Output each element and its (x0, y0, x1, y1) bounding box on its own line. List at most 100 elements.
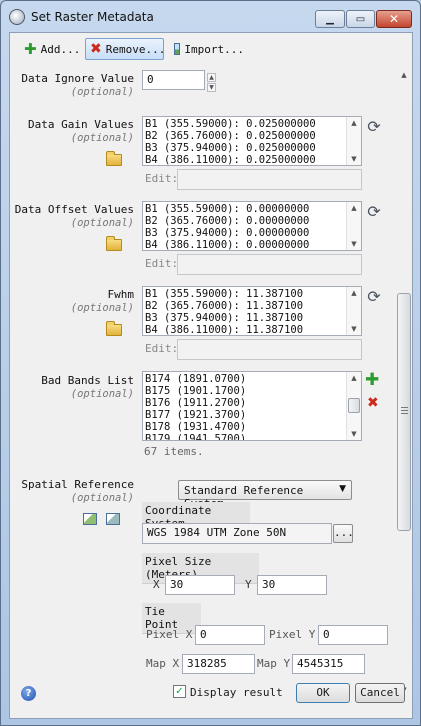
fwhm-label: Fwhm (107, 288, 135, 301)
tie-map-y-input[interactable]: 4545315 (292, 654, 365, 674)
list-item[interactable]: B2 (365.76000): 0.00000000 (145, 215, 309, 227)
cancel-button[interactable]: Cancel (355, 683, 405, 703)
list-item[interactable]: B179 (1941.5700) (145, 433, 246, 440)
add-button-label: Add... (40, 42, 81, 56)
minimize-button[interactable]: ▁ (315, 10, 345, 28)
list-item[interactable]: B1 (355.59000): 0.025000000 (145, 118, 316, 130)
fwhm-edit-label: Edit: (145, 342, 179, 355)
scroll-down-icon[interactable]: ▼ (347, 325, 361, 333)
list-item[interactable]: B175 (1901.1700) (145, 385, 246, 397)
tie-pixel-y-label: Pixel Y (269, 628, 316, 641)
help-icon[interactable]: ? (21, 686, 36, 701)
spatial-optional: (optional) (70, 492, 134, 504)
offset-list[interactable]: B1 (355.59000): 0.00000000 B2 (365.76000… (142, 201, 362, 251)
fwhm-edit-field[interactable] (177, 339, 362, 360)
bad-bands-count: 67 items. (144, 445, 204, 458)
list-scroll-thumb[interactable] (348, 398, 360, 413)
refresh-icon[interactable]: ⟳ (365, 288, 383, 306)
pixel-size-x-input[interactable]: 30 (165, 575, 235, 595)
scroll-up-icon[interactable]: ▲ (347, 119, 361, 127)
coordinate-system-field[interactable]: WGS 1984 UTM Zone 50N (142, 523, 332, 544)
scroll-down-icon[interactable]: ▼ (347, 430, 361, 438)
list-item[interactable]: B4 (386.11000): 11.387100 (145, 324, 303, 335)
spatial-ref-view-icon[interactable] (106, 513, 120, 525)
main-scrollbar[interactable]: ▲ ▼ (396, 65, 412, 698)
tie-map-x-label: Map X (146, 657, 180, 670)
data-ignore-label: Data Ignore Value (21, 72, 134, 85)
tie-map-y-label: Map Y (257, 657, 291, 670)
fwhm-optional: (optional) (70, 302, 134, 314)
add-icon: ✚ (24, 39, 37, 58)
list-item[interactable]: B3 (375.94000): 0.025000000 (145, 142, 316, 154)
scroll-up-icon[interactable]: ▲ (397, 71, 411, 79)
list-scrollbar[interactable]: ▲ ▼ (346, 202, 361, 250)
dialog-window: Set Raster Metadata ▁ ▭ ✕ ✚ Add... ✖ Rem… (0, 0, 421, 726)
tie-pixel-y-input[interactable]: 0 (318, 625, 388, 645)
reference-system-select[interactable]: Standard Reference System ▼ (178, 480, 352, 510)
scroll-down-icon[interactable]: ▼ (347, 240, 361, 248)
list-scrollbar[interactable]: ▲ ▼ (346, 287, 361, 335)
list-item[interactable]: B177 (1921.3700) (145, 409, 246, 421)
coordinate-browse-button[interactable]: ... (333, 524, 354, 543)
import-button-label: Import... (184, 42, 244, 56)
main-scroll-thumb[interactable] (397, 293, 411, 531)
image-import-icon (174, 43, 181, 55)
list-scrollbar[interactable]: ▲ ▼ (346, 372, 361, 440)
tie-pixel-x-input[interactable]: 0 (195, 625, 265, 645)
spin-up-icon[interactable]: ▲ (207, 73, 216, 82)
folder-icon[interactable] (106, 236, 122, 251)
folder-icon[interactable] (106, 151, 122, 166)
pixel-y-label: Y (245, 578, 252, 591)
tie-pixel-x-label: Pixel X (146, 628, 193, 641)
remove-band-icon[interactable]: ✖ (367, 396, 379, 410)
title-bar[interactable]: Set Raster Metadata ▁ ▭ ✕ (1, 1, 420, 33)
list-item[interactable]: B3 (375.94000): 11.387100 (145, 312, 303, 324)
list-scrollbar[interactable]: ▲ ▼ (346, 117, 361, 165)
scroll-up-icon[interactable]: ▲ (347, 289, 361, 297)
spatial-label: Spatial Reference (21, 478, 134, 491)
data-ignore-input[interactable]: 0 (142, 70, 205, 90)
refresh-icon[interactable]: ⟳ (365, 118, 383, 136)
list-item[interactable]: B174 (1891.0700) (145, 373, 246, 385)
scroll-down-icon[interactable]: ▼ (347, 155, 361, 163)
close-button[interactable]: ✕ (376, 10, 412, 28)
list-item[interactable]: B4 (386.11000): 0.025000000 (145, 154, 316, 165)
spatial-ref-image-icon[interactable] (83, 513, 97, 525)
pixel-size-y-input[interactable]: 30 (257, 575, 327, 595)
list-item[interactable]: B176 (1911.2700) (145, 397, 246, 409)
remove-button[interactable]: ✖ Remove... (85, 38, 166, 60)
display-result-checkbox[interactable]: ✓ (173, 685, 186, 698)
dialog-footer: ? ✓ Display result OK Cancel (10, 683, 412, 719)
offset-optional: (optional) (70, 217, 134, 229)
gain-optional: (optional) (70, 132, 134, 144)
offset-edit-field[interactable] (177, 254, 362, 275)
gain-list[interactable]: B1 (355.59000): 0.025000000 B2 (365.7600… (142, 116, 362, 166)
import-button[interactable]: Import... (170, 38, 248, 60)
remove-button-label: Remove... (105, 42, 166, 56)
add-button[interactable]: ✚ Add... (20, 38, 82, 60)
maximize-button[interactable]: ▭ (346, 10, 375, 28)
dialog-client-area: ✚ Add... ✖ Remove... Import... Data Igno… (9, 32, 413, 719)
folder-icon[interactable] (106, 321, 122, 336)
list-item[interactable]: B1 (355.59000): 11.387100 (145, 288, 303, 300)
list-item[interactable]: B2 (365.76000): 11.387100 (145, 300, 303, 312)
refresh-icon[interactable]: ⟳ (365, 203, 383, 221)
spin-down-icon[interactable]: ▼ (207, 83, 216, 92)
list-item[interactable]: B178 (1931.4700) (145, 421, 246, 433)
offset-label: Data Offset Values (14, 203, 134, 216)
scroll-up-icon[interactable]: ▲ (347, 204, 361, 212)
list-item[interactable]: B2 (365.76000): 0.025000000 (145, 130, 316, 142)
list-item[interactable]: B4 (386.11000): 0.00000000 (145, 239, 309, 250)
list-item[interactable]: B1 (355.59000): 0.00000000 (145, 203, 309, 215)
scroll-up-icon[interactable]: ▲ (347, 374, 361, 382)
list-item[interactable]: B3 (375.94000): 0.00000000 (145, 227, 309, 239)
add-band-icon[interactable]: ✚ (365, 372, 379, 389)
pixel-x-label: X (153, 578, 160, 591)
fwhm-list[interactable]: B1 (355.59000): 11.387100 B2 (365.76000)… (142, 286, 362, 336)
ok-button[interactable]: OK (296, 683, 350, 703)
gain-edit-field[interactable] (177, 169, 362, 190)
gain-edit-label: Edit: (145, 172, 179, 185)
display-result-label[interactable]: Display result (190, 686, 283, 699)
bad-bands-list[interactable]: B174 (1891.0700) B175 (1901.1700) B176 (… (142, 371, 362, 441)
tie-map-x-input[interactable]: 318285 (182, 654, 255, 674)
